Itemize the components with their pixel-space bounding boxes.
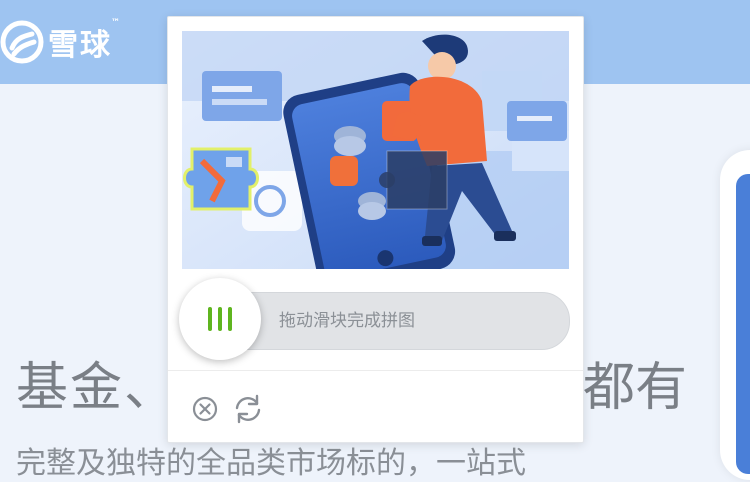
divider bbox=[168, 370, 583, 371]
grip-bar bbox=[208, 307, 212, 331]
hero-title-left: 基金、 bbox=[16, 358, 179, 418]
snowball-logo-icon bbox=[0, 20, 44, 64]
puzzle-image bbox=[182, 31, 569, 269]
slider-hint-text: 拖动滑块完成拼图 bbox=[279, 311, 415, 331]
captcha-dialog: 拖动滑块完成拼图 bbox=[167, 16, 584, 443]
logo-text: 雪球 ™ bbox=[48, 18, 122, 63]
close-button[interactable] bbox=[188, 392, 222, 426]
phone-mockup bbox=[720, 150, 750, 480]
refresh-button[interactable] bbox=[231, 392, 265, 426]
grip-bar bbox=[218, 307, 222, 331]
hero-title-right: 都有 bbox=[583, 358, 688, 418]
hero-subtitle: 完整及独特的全品类市场标的，一站式 bbox=[16, 446, 526, 481]
close-circle-icon bbox=[192, 396, 218, 422]
slider-handle[interactable] bbox=[179, 278, 261, 360]
grip-bar bbox=[228, 307, 232, 331]
snowball-logo[interactable]: 雪球 ™ bbox=[0, 18, 122, 66]
phone-screen bbox=[736, 174, 750, 474]
puzzle-illustration bbox=[182, 31, 569, 269]
refresh-icon bbox=[235, 394, 261, 424]
trademark-mark: ™ bbox=[111, 18, 122, 28]
